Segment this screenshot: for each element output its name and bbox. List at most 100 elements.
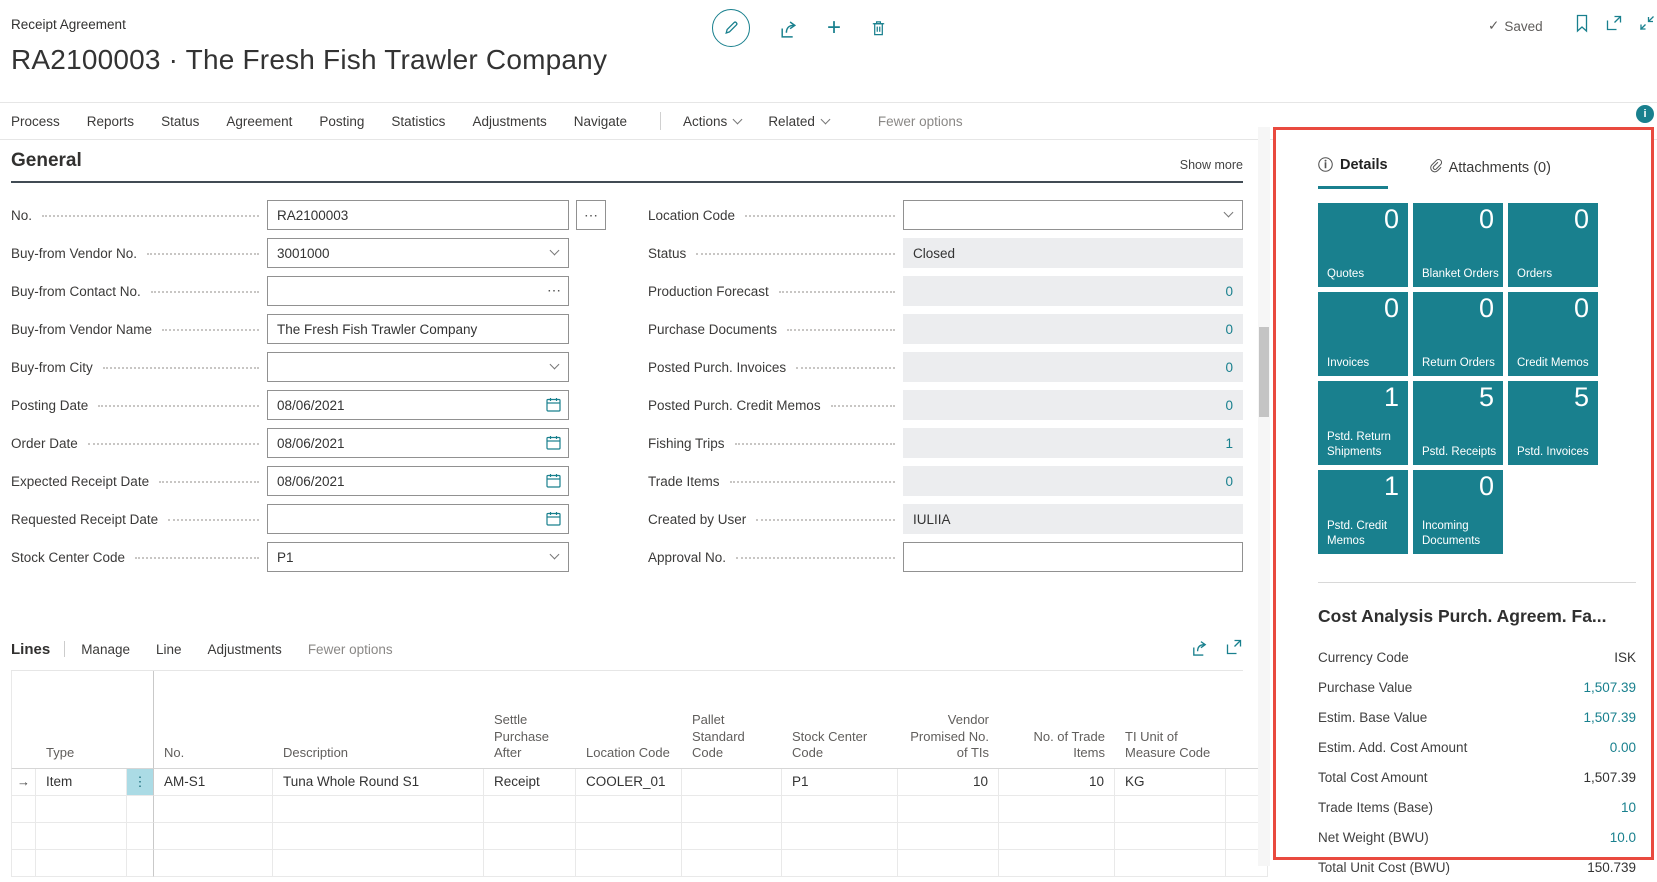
empty-cell[interactable]	[999, 796, 1115, 823]
empty-cell[interactable]	[1115, 796, 1226, 823]
tile-return-orders[interactable]: 0Return Orders	[1413, 292, 1503, 376]
ribbon-item-posting[interactable]: Posting	[319, 114, 364, 129]
approval-no-input[interactable]	[903, 542, 1243, 572]
col-header-settle-purchase-after[interactable]: Settle Purchase After	[484, 671, 576, 769]
ribbon-item-statistics[interactable]: Statistics	[391, 114, 445, 129]
empty-cell[interactable]	[1115, 823, 1226, 850]
empty-cell[interactable]	[36, 850, 127, 877]
empty-cell[interactable]	[782, 850, 898, 877]
general-section-title[interactable]: General	[11, 150, 82, 172]
empty-cell[interactable]	[127, 823, 154, 850]
tile-invoices[interactable]: 0Invoices	[1318, 292, 1408, 376]
posted-purch-invoices-value[interactable]: 0	[1225, 360, 1233, 375]
lines-section-title[interactable]: Lines	[11, 641, 50, 658]
empty-cell[interactable]	[11, 823, 36, 850]
no-input[interactable]	[267, 200, 569, 230]
empty-cell[interactable]	[11, 796, 36, 823]
tile-blanket-orders[interactable]: 0Blanket Orders	[1413, 203, 1503, 287]
share-button[interactable]	[778, 18, 799, 39]
empty-cell[interactable]	[273, 823, 484, 850]
new-button[interactable]: +	[827, 14, 841, 42]
cell-settle-purchase-after[interactable]: Receipt	[484, 769, 576, 796]
tile-pstd-return-shipments[interactable]: 1Pstd. Return Shipments	[1318, 381, 1408, 465]
ribbon-item-status[interactable]: Status	[161, 114, 199, 129]
col-header-ti-unit-of-measure-code[interactable]: TI Unit of Measure Code	[1115, 671, 1226, 769]
posted-purch-credit-memos-value[interactable]: 0	[1225, 398, 1233, 413]
purchase-documents-value[interactable]: 0	[1225, 322, 1233, 337]
share-icon[interactable]	[1190, 638, 1209, 660]
col-header-vendor-promised-no-of-tis[interactable]: Vendor Promised No. of TIs	[898, 671, 999, 769]
col-header-type[interactable]: Type	[36, 671, 127, 769]
cost-value-link[interactable]: 1,507.39	[1583, 680, 1636, 695]
col-header-stock-center-code[interactable]: Stock Center Code	[782, 671, 898, 769]
empty-cell[interactable]	[682, 796, 782, 823]
lines-menu-adjustments[interactable]: Adjustments	[208, 642, 282, 657]
empty-cell[interactable]	[576, 850, 682, 877]
buy-from-vendor-name-input[interactable]	[267, 314, 569, 344]
tile-credit-memos[interactable]: 0Credit Memos	[1508, 292, 1598, 376]
stock-center-code-input[interactable]	[267, 542, 569, 572]
empty-cell[interactable]	[154, 823, 273, 850]
ribbon-dropdown-actions[interactable]: Actions	[683, 114, 741, 129]
empty-cell[interactable]	[154, 850, 273, 877]
buy-from-city-input[interactable]	[267, 352, 569, 382]
location-code-input[interactable]	[903, 200, 1243, 230]
edit-button[interactable]	[712, 9, 750, 47]
show-more-link[interactable]: Show more	[1180, 158, 1243, 172]
calendar-icon[interactable]	[545, 396, 562, 418]
ribbon-dropdown-related[interactable]: Related	[768, 114, 829, 129]
production-forecast-value[interactable]: 0	[1225, 284, 1233, 299]
cost-value-link[interactable]: 10	[1621, 800, 1636, 815]
empty-cell[interactable]	[576, 823, 682, 850]
cell-stock-center-code[interactable]: P1	[782, 769, 898, 796]
empty-cell[interactable]	[127, 796, 154, 823]
empty-cell[interactable]	[154, 796, 273, 823]
tile-pstd-credit-memos[interactable]: 1Pstd. Credit Memos	[1318, 470, 1408, 554]
empty-cell[interactable]	[999, 823, 1115, 850]
calendar-icon[interactable]	[545, 510, 562, 532]
col-header-no[interactable]: No.	[154, 671, 273, 769]
empty-cell[interactable]	[682, 850, 782, 877]
empty-cell[interactable]	[999, 850, 1115, 877]
empty-cell[interactable]	[127, 850, 154, 877]
vertical-scrollbar[interactable]	[1258, 127, 1270, 866]
info-badge-icon[interactable]: i	[1636, 105, 1654, 123]
open-in-new-icon[interactable]	[1225, 638, 1243, 660]
calendar-icon[interactable]	[545, 472, 562, 494]
empty-cell[interactable]	[898, 823, 999, 850]
cost-value-link[interactable]: 1,507.39	[1583, 710, 1636, 725]
open-in-window-icon[interactable]	[1605, 14, 1623, 38]
lines-menu-line[interactable]: Line	[156, 642, 182, 657]
empty-cell[interactable]	[36, 796, 127, 823]
scrollbar-thumb[interactable]	[1259, 327, 1269, 417]
calendar-icon[interactable]	[545, 434, 562, 456]
empty-cell[interactable]	[782, 796, 898, 823]
delete-button[interactable]	[869, 18, 888, 38]
cost-value-link[interactable]: 0.00	[1610, 740, 1636, 755]
tile-quotes[interactable]: 0Quotes	[1318, 203, 1408, 287]
empty-cell[interactable]	[484, 823, 576, 850]
cell-vendor-promised-no-of-tis[interactable]: 10	[898, 769, 999, 796]
empty-cell[interactable]	[898, 796, 999, 823]
tile-pstd-invoices[interactable]: 5Pstd. Invoices	[1508, 381, 1598, 465]
empty-cell[interactable]	[11, 850, 36, 877]
empty-cell[interactable]	[36, 823, 127, 850]
cost-value-link[interactable]: 10.0	[1610, 830, 1636, 845]
col-header-description[interactable]: Description	[273, 671, 484, 769]
ribbon-item-navigate[interactable]: Navigate	[574, 114, 627, 129]
empty-cell[interactable]	[682, 823, 782, 850]
cell-no-of-trade-items[interactable]: 10	[999, 769, 1115, 796]
cell-type[interactable]: Item	[36, 769, 127, 796]
ribbon-item-adjustments[interactable]: Adjustments	[472, 114, 546, 129]
bookmark-icon[interactable]	[1574, 14, 1590, 38]
trade-items-value[interactable]: 0	[1225, 474, 1233, 489]
tile-incoming-documents[interactable]: 0Incoming Documents	[1413, 470, 1503, 554]
empty-cell[interactable]	[782, 823, 898, 850]
posting-date-input[interactable]	[267, 390, 569, 420]
cell-description[interactable]: Tuna Whole Round S1	[273, 769, 484, 796]
empty-cell[interactable]	[273, 796, 484, 823]
empty-cell[interactable]	[576, 796, 682, 823]
order-date-input[interactable]	[267, 428, 569, 458]
buy-from-vendor-no-input[interactable]	[267, 238, 569, 268]
ellipsis-icon[interactable]: ⋯	[547, 282, 561, 299]
